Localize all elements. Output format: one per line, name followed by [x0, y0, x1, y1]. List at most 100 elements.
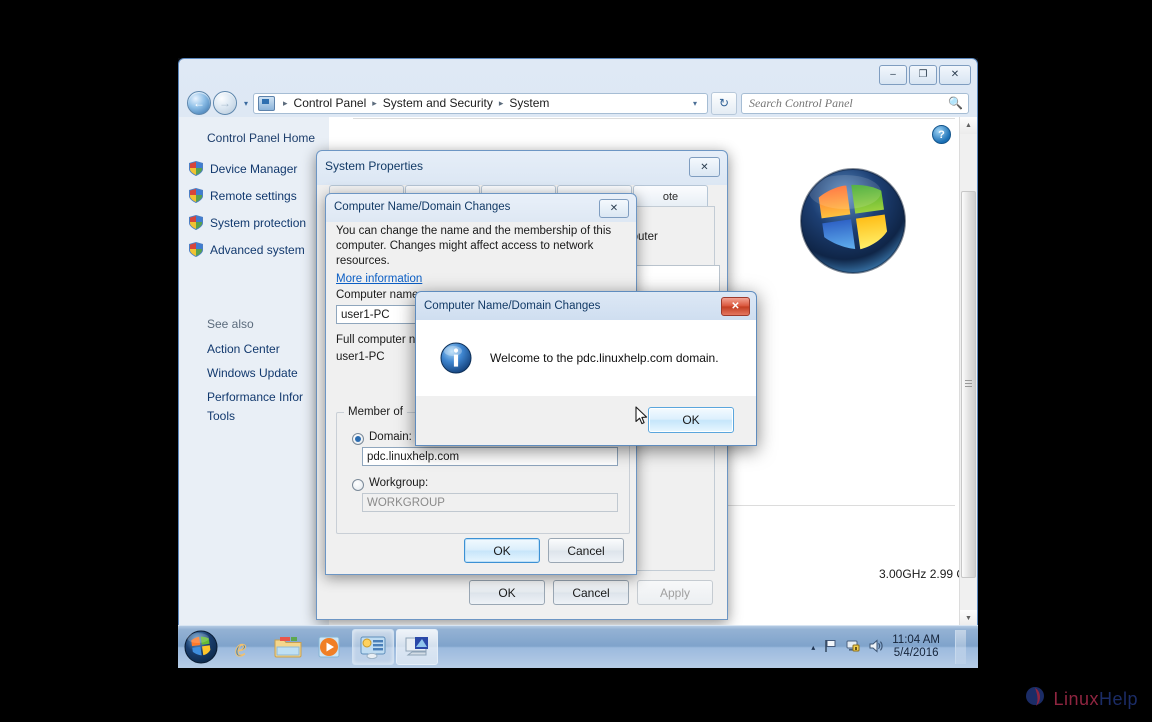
message-box-body: Welcome to the pdc.linuxhelp.com domain. [416, 319, 756, 396]
system-properties-title: System Properties [325, 159, 424, 173]
close-icon[interactable]: ✕ [599, 199, 629, 218]
sidebar-item-advanced-system[interactable]: Advanced system [179, 236, 329, 263]
volume-icon[interactable] [869, 638, 883, 656]
breadcrumb-separator: ▸ [283, 97, 288, 108]
control-panel-icon[interactable] [352, 629, 394, 665]
windows-explorer-icon[interactable] [268, 630, 308, 664]
sidebar-item-label: System protection [210, 215, 307, 230]
system-properties-titlebar[interactable]: System Properties ✕ [317, 151, 727, 181]
svg-text:e: e [235, 635, 246, 661]
scrollbar-grip [965, 380, 972, 389]
welcome-message-box: Computer Name/Domain Changes ✕ Welcome t… [415, 291, 757, 446]
message-box-footer: OK [416, 395, 756, 445]
flag-icon[interactable] [824, 639, 837, 656]
control-panel-icon [258, 95, 275, 111]
member-of-label: Member of [344, 406, 407, 418]
sidebar-item-system-protection[interactable]: System protection [179, 209, 329, 236]
info-icon [440, 342, 472, 374]
vertical-scrollbar[interactable]: ▲ ▼ [959, 117, 977, 627]
domain-label: Domain: [369, 431, 412, 443]
domain-input[interactable]: pdc.linuxhelp.com [362, 447, 618, 466]
sidebar-link-action-center[interactable]: Action Center [179, 337, 329, 361]
back-button[interactable]: ← [187, 91, 211, 115]
screenshot-root: – ❐ ✕ ← → ▾ ▸ Control Panel ▸ System and… [0, 0, 1152, 722]
internet-explorer-icon[interactable]: e [226, 630, 266, 664]
windows-logo [799, 167, 907, 275]
domain-radio[interactable] [352, 433, 364, 445]
window-titlebar[interactable]: – ❐ ✕ [179, 59, 977, 89]
workgroup-input: WORKGROUP [362, 493, 618, 512]
breadcrumb-item-system-and-security[interactable]: System and Security [381, 96, 495, 110]
search-input[interactable] [747, 94, 949, 112]
workgroup-radio[interactable] [352, 479, 364, 491]
network-icon[interactable] [846, 639, 860, 656]
watermark-text: LinuxHelp [1053, 689, 1138, 710]
scrollbar-thumb[interactable] [961, 191, 976, 578]
system-tray: ▴ 11:04 AM 5/4/2016 [811, 630, 972, 664]
breadcrumb-separator: ▸ [498, 97, 504, 108]
cancel-button[interactable]: Cancel [553, 580, 629, 605]
search-box[interactable]: 🔍 [741, 92, 969, 114]
see-also-heading: See also [207, 317, 254, 331]
refresh-button[interactable]: ↻ [711, 91, 737, 115]
cnd-buttons: OK Cancel [464, 538, 624, 563]
show-desktop-button[interactable] [955, 630, 966, 664]
computer-name-label: Computer name: [336, 289, 422, 301]
cnd-description: You can change the name and the membersh… [336, 224, 626, 287]
sidebar-item-label: Remote settings [210, 188, 297, 203]
sidebar-item-device-manager[interactable]: Device Manager [179, 155, 329, 182]
system-properties-buttons: OK Cancel Apply [469, 580, 713, 605]
help-icon[interactable]: ? [932, 125, 951, 144]
shield-icon [189, 161, 203, 176]
breadcrumb-item-control-panel[interactable]: Control Panel [292, 96, 369, 110]
shield-icon [189, 242, 203, 257]
address-dropdown-icon[interactable]: ▾ [687, 99, 703, 108]
start-orb-icon[interactable] [184, 630, 218, 664]
full-computer-name-label: Full computer na [336, 334, 422, 346]
window-controls: – ❐ ✕ [879, 65, 971, 85]
ok-button[interactable]: OK [635, 406, 734, 433]
clock-time: 11:04 AM [892, 634, 940, 646]
sidebar-link-performance-information[interactable]: Performance Infor [179, 385, 329, 409]
forward-button[interactable]: → [213, 91, 237, 115]
cancel-button[interactable]: Cancel [548, 538, 624, 563]
show-hidden-icons-button[interactable]: ▴ [811, 643, 815, 652]
shield-icon [189, 215, 203, 230]
shield-icon [189, 188, 203, 203]
more-information-link[interactable]: More information [336, 272, 422, 287]
message-box-titlebar[interactable]: Computer Name/Domain Changes ✕ [416, 292, 756, 319]
linuxhelp-logo [1025, 685, 1047, 714]
clock[interactable]: 11:04 AM 5/4/2016 [892, 634, 940, 660]
breadcrumb-separator: ▸ [372, 97, 377, 108]
message-box-title: Computer Name/Domain Changes [424, 299, 601, 312]
close-button[interactable]: ✕ [939, 65, 971, 85]
address-bar[interactable]: ▸ Control Panel ▸ System and Security ▸ … [253, 92, 708, 114]
breadcrumb-item-system[interactable]: System [507, 96, 551, 110]
sidebar-link-windows-update[interactable]: Windows Update [179, 361, 329, 385]
address-toolbar: ← → ▾ ▸ Control Panel ▸ System and Secur… [179, 89, 977, 117]
cnd-description-text: You can change the name and the membersh… [336, 225, 612, 267]
linuxhelp-watermark: LinuxHelp [1025, 685, 1138, 714]
system-window-icon[interactable] [396, 629, 438, 665]
ok-button[interactable]: OK [464, 538, 540, 563]
tab-remote[interactable]: ote [633, 185, 708, 207]
maximize-button[interactable]: ❐ [909, 65, 937, 85]
history-dropdown-icon[interactable]: ▾ [239, 99, 253, 108]
ok-label: OK [682, 413, 700, 427]
workgroup-label: Workgroup: [369, 477, 429, 489]
sidebar-item-remote-settings[interactable]: Remote settings [179, 182, 329, 209]
watermark-text-left: Linux [1053, 689, 1099, 709]
explorer-sidebar: Control Panel Home Device Manager Remote… [179, 117, 329, 627]
sidebar-item-control-panel-home[interactable]: Control Panel Home [179, 127, 329, 155]
windows-media-player-icon[interactable] [310, 630, 350, 664]
full-computer-name-value: user1-PC [336, 351, 385, 363]
minimize-button[interactable]: – [879, 65, 907, 85]
sidebar-link-tools[interactable]: Tools [179, 409, 329, 428]
ok-button[interactable]: OK [469, 580, 545, 605]
scroll-up-button[interactable]: ▲ [960, 117, 977, 134]
close-icon[interactable]: ✕ [689, 157, 720, 177]
taskbar: e ▴ 11:04 AM 5/4/2016 [178, 625, 978, 668]
cnd-titlebar[interactable]: Computer Name/Domain Changes ✕ [326, 194, 636, 220]
mouse-pointer [635, 406, 648, 425]
close-icon[interactable]: ✕ [721, 297, 750, 316]
